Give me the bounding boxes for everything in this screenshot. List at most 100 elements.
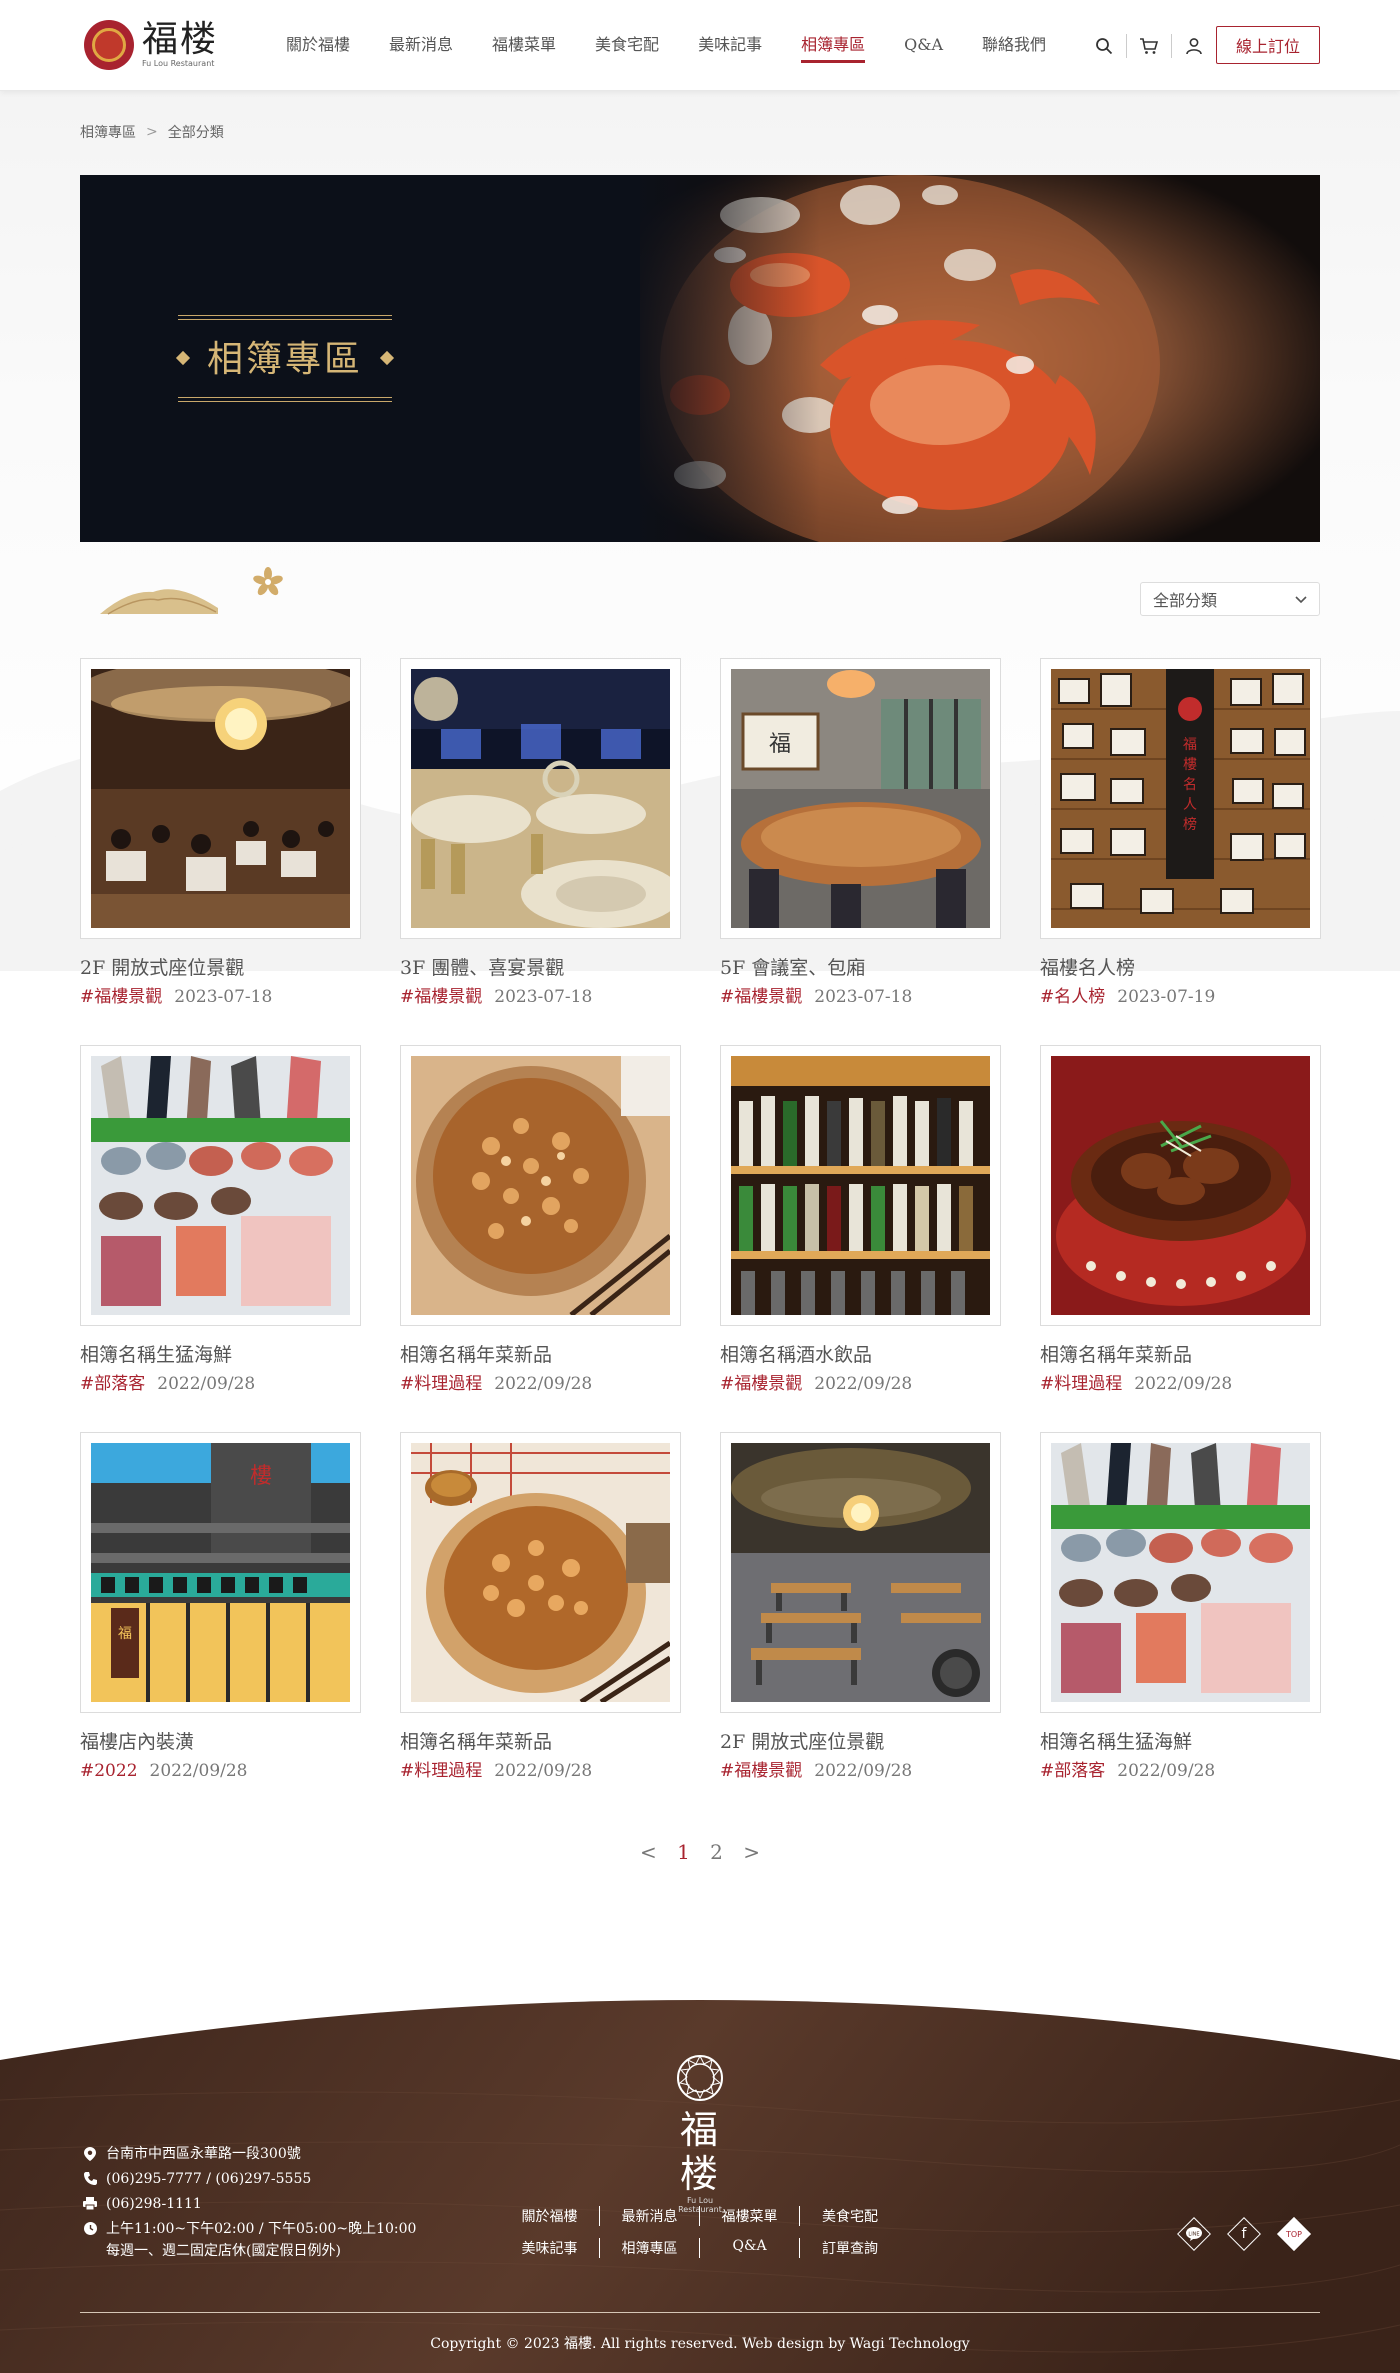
online-booking-button[interactable]: 線上訂位 [1216,26,1320,64]
album-tag[interactable]: #料理過程 [400,1759,482,1783]
facebook-icon[interactable]: f [1227,2217,1261,2251]
album-card[interactable]: 2F 開放式座位景觀 #福樓景觀 2023-07-18 [80,658,361,1009]
album-tag[interactable]: #料理過程 [1040,1372,1122,1396]
album-title[interactable]: 5F 會議室、包廂 [720,955,1001,981]
album-thumbnail[interactable] [411,1443,670,1702]
nav-about[interactable]: 關於福樓 [286,33,350,57]
album-title[interactable]: 相簿名稱年菜新品 [400,1729,681,1755]
album-card[interactable]: 相簿名稱酒水飲品 #福樓景觀 2022/09/28 [720,1045,1001,1396]
nav-album[interactable]: 相簿專區 [801,33,866,63]
user-icon[interactable] [1180,32,1208,60]
album-thumbnail[interactable] [411,1056,670,1315]
breadcrumb-album[interactable]: 相簿專區 [80,122,136,142]
footer-link-news[interactable]: 最新消息 [600,2206,701,2226]
footer-link-menu[interactable]: 福樓菜單 [700,2206,801,2226]
copyright: Copyright © 2023 福樓. All rights reserved… [430,2336,970,2352]
album-tag[interactable]: #福樓景觀 [720,985,802,1009]
album-card[interactable]: 3F 團體、喜宴景觀 #福樓景觀 2023-07-18 [400,658,681,1009]
album-thumbnail-frame[interactable] [400,1432,681,1713]
album-card[interactable]: 相簿名稱生猛海鮮 #部落客 2022/09/28 [1040,1432,1321,1783]
phone-icon [80,2167,100,2185]
album-tag[interactable]: #2022 [80,1759,138,1783]
nav-journal[interactable]: 美味記事 [698,33,762,57]
album-thumbnail-frame[interactable] [400,658,681,939]
album-card[interactable]: 相簿名稱生猛海鮮 #部落客 2022/09/28 [80,1045,361,1396]
album-tag[interactable]: #料理過程 [400,1372,482,1396]
album-thumbnail-frame[interactable] [1040,1432,1321,1713]
album-thumbnail[interactable] [731,1443,990,1702]
album-card[interactable]: 福 5F 會議室、包廂 #福樓景觀 2023-07-18 [720,658,1001,1009]
album-thumbnail[interactable] [731,1056,990,1315]
album-tag[interactable]: #福樓景觀 [400,985,482,1009]
album-title[interactable]: 相簿名稱生猛海鮮 [80,1342,361,1368]
album-thumbnail-frame[interactable]: 樓福 [80,1432,361,1713]
album-thumbnail-frame[interactable] [1040,1045,1321,1326]
nav-qa[interactable]: Q&A [904,33,943,57]
album-thumbnail-frame[interactable] [720,1045,1001,1326]
album-title[interactable]: 2F 開放式座位景觀 [80,955,361,981]
search-icon[interactable] [1090,32,1118,60]
album-card[interactable]: 相簿名稱年菜新品 #料理過程 2022/09/28 [400,1432,681,1783]
album-title[interactable]: 福樓店內裝潢 [80,1729,361,1755]
album-card[interactable]: 福樓名人榜福樓名人榜 #名人榜 2023-07-19 [1040,658,1321,1009]
album-card[interactable]: 相簿名稱年菜新品 #料理過程 2022/09/28 [1040,1045,1321,1396]
album-tag[interactable]: #福樓景觀 [80,985,162,1009]
album-title[interactable]: 2F 開放式座位景觀 [720,1729,1001,1755]
album-title[interactable]: 相簿名稱年菜新品 [1040,1342,1321,1368]
category-select[interactable]: 全部分類 [1140,582,1320,616]
footer-link-album[interactable]: 相簿專區 [600,2238,701,2258]
album-thumbnail-frame[interactable] [400,1045,681,1326]
footer-link-order-lookup[interactable]: 訂單查詢 [800,2238,900,2258]
line-icon[interactable]: LINE [1177,2217,1211,2251]
album-thumbnail[interactable] [411,669,670,928]
back-to-top-button[interactable]: TOP [1277,2217,1311,2251]
album-date: 2022/09/28 [814,1374,913,1394]
album-thumbnail[interactable]: 樓福 [91,1443,350,1702]
album-card[interactable]: 樓福福樓店內裝潢 #2022 2022/09/28 [80,1432,361,1783]
pagination-prev[interactable]: < [640,1840,657,1864]
album-thumbnail[interactable] [1051,1443,1310,1702]
pagination-page-1[interactable]: 1 [677,1840,690,1864]
album-tag[interactable]: #福樓景觀 [720,1759,802,1783]
album-card[interactable]: 相簿名稱年菜新品 #料理過程 2022/09/28 [400,1045,681,1396]
footer-link-about[interactable]: 關於福樓 [500,2206,601,2226]
album-title[interactable]: 福樓名人榜 [1040,955,1321,981]
album-title[interactable]: 相簿名稱酒水飲品 [720,1342,1001,1368]
album-thumbnail[interactable] [91,1056,350,1315]
breadcrumb: 相簿專區 > 全部分類 [80,122,224,142]
album-title[interactable]: 3F 團體、喜宴景觀 [400,955,681,981]
album-tag[interactable]: #名人榜 [1040,985,1105,1009]
album-meta: #料理過程 2022/09/28 [400,1372,681,1396]
nav-delivery[interactable]: 美食宅配 [595,33,659,57]
nav-menu[interactable]: 福樓菜單 [492,33,556,57]
album-thumbnail[interactable]: 福 [731,669,990,928]
album-tag[interactable]: #部落客 [1040,1759,1105,1783]
album-thumbnail[interactable]: 福樓名人榜 [1051,669,1310,928]
album-meta: #料理過程 2022/09/28 [400,1759,681,1783]
album-thumbnail-frame[interactable]: 福樓名人榜 [1040,658,1321,939]
pagination-page-2[interactable]: 2 [710,1840,723,1864]
site-header: 福楼 Fu Lou Restaurant 關於福樓 最新消息 福樓菜單 美食宅配… [0,0,1400,91]
footer-address: 台南市中西區永華路一段300號 [106,2146,301,2162]
album-thumbnail-frame[interactable] [720,1432,1001,1713]
nav-contact[interactable]: 聯絡我們 [982,33,1046,57]
album-tag[interactable]: #部落客 [80,1372,145,1396]
album-thumbnail-frame[interactable] [80,658,361,939]
album-thumbnail[interactable] [91,669,350,928]
cart-icon[interactable] [1135,32,1163,60]
footer-link-qa[interactable]: Q&A [700,2238,801,2258]
footer-logo[interactable]: 福楼 Fu Lou Restaurant [664,2052,736,2214]
footer-link-delivery[interactable]: 美食宅配 [800,2206,900,2226]
album-tag[interactable]: #福樓景觀 [720,1372,802,1396]
nav-news[interactable]: 最新消息 [389,33,453,57]
album-title[interactable]: 相簿名稱生猛海鮮 [1040,1729,1321,1755]
footer-closed-days: 每週一、週二固定店休(國定假日例外) [106,2243,341,2259]
footer-link-journal[interactable]: 美味記事 [500,2238,601,2258]
album-title[interactable]: 相簿名稱年菜新品 [400,1342,681,1368]
album-card[interactable]: 2F 開放式座位景觀 #福樓景觀 2022/09/28 [720,1432,1001,1783]
album-thumbnail[interactable] [1051,1056,1310,1315]
pagination-next[interactable]: > [743,1840,760,1864]
logo[interactable]: 福楼 Fu Lou Restaurant [84,18,218,72]
album-thumbnail-frame[interactable] [80,1045,361,1326]
album-thumbnail-frame[interactable]: 福 [720,658,1001,939]
